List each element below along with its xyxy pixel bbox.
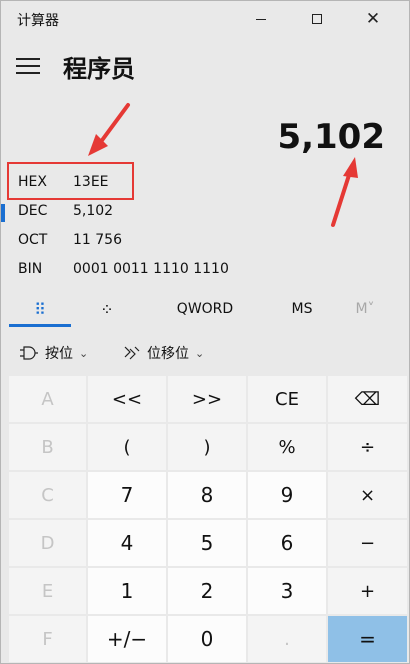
key-add[interactable]: + xyxy=(328,568,407,614)
key-clear-entry[interactable]: CE xyxy=(248,376,326,422)
bitwise-toolbar: 按位 ⌄ 位移位 ⌄ xyxy=(1,339,409,369)
radix-dec[interactable]: DEC 5,102 xyxy=(1,198,409,226)
bit-shift-icon xyxy=(124,346,140,360)
key-d[interactable]: D xyxy=(9,520,86,566)
result-display: 5,102 xyxy=(277,117,385,157)
key-backspace[interactable]: ⌫ xyxy=(328,376,407,422)
key-5[interactable]: 5 xyxy=(168,520,246,566)
annotation-highlight-box xyxy=(7,162,134,200)
key-a[interactable]: A xyxy=(9,376,86,422)
keypad-tabs: ⠿ ⁘ QWORD MS M˅ xyxy=(1,290,409,330)
chevron-down-icon: ⌄ xyxy=(79,346,89,360)
app-title: 计算器 xyxy=(17,13,59,29)
key-e[interactable]: E xyxy=(9,568,86,614)
memory-dropdown-button[interactable]: M˅ xyxy=(341,290,389,328)
key-right-shift[interactable]: >> xyxy=(168,376,246,422)
close-icon: ✕ xyxy=(365,9,381,29)
key-c[interactable]: C xyxy=(9,472,86,518)
key-multiply[interactable]: × xyxy=(328,472,407,518)
tab-full-keypad[interactable]: ⠿ xyxy=(9,290,71,328)
minimize-button[interactable] xyxy=(233,1,289,37)
memory-store-button[interactable]: MS xyxy=(281,290,323,328)
radix-oct[interactable]: OCT 11 756 xyxy=(1,227,409,255)
radix-name: BIN xyxy=(18,261,43,277)
minimize-icon xyxy=(256,18,266,20)
key-left-shift[interactable]: << xyxy=(88,376,166,422)
key-decimal[interactable]: . xyxy=(248,616,326,662)
key-8[interactable]: 8 xyxy=(168,472,246,518)
keypad-icon: ⠿ xyxy=(34,299,46,319)
radix-name: DEC xyxy=(18,203,48,219)
word-size-button[interactable]: QWORD xyxy=(161,290,249,328)
key-b[interactable]: B xyxy=(9,424,86,470)
key-2[interactable]: 2 xyxy=(168,568,246,614)
key-0[interactable]: 0 xyxy=(168,616,246,662)
chevron-down-icon: ⌄ xyxy=(195,346,205,360)
bit-shift-dropdown[interactable]: 位移位 ⌄ xyxy=(123,343,204,363)
hamburger-menu-button[interactable] xyxy=(16,58,40,74)
key-open-paren[interactable]: ( xyxy=(88,424,166,470)
bitwise-label: 按位 xyxy=(45,346,73,362)
logic-gate-icon xyxy=(20,346,38,360)
maximize-icon xyxy=(312,14,322,24)
key-7[interactable]: 7 xyxy=(88,472,166,518)
key-4[interactable]: 4 xyxy=(88,520,166,566)
key-equals[interactable]: = xyxy=(328,616,407,662)
radix-name: OCT xyxy=(18,232,48,248)
radix-value: 11 756 xyxy=(73,232,122,248)
calculator-window: 计算器 ✕ 程序员 5,102 HEX 13EE DEC 5,102 OCT 1… xyxy=(0,0,410,664)
hamburger-icon xyxy=(16,58,40,60)
radix-bin[interactable]: BIN 0001 0011 1110 1110 xyxy=(1,256,409,284)
tab-bit-toggling[interactable]: ⁘ xyxy=(75,290,139,328)
key-subtract[interactable]: − xyxy=(328,520,407,566)
active-tab-underline xyxy=(9,324,71,327)
keypad: A << >> CE ⌫ B ( ) % ÷ C 7 8 9 × D 4 5 6… xyxy=(9,376,407,662)
bit-shift-label: 位移位 xyxy=(147,346,189,362)
key-close-paren[interactable]: ) xyxy=(168,424,246,470)
bit-toggle-icon: ⁘ xyxy=(100,299,114,319)
radix-value: 5,102 xyxy=(73,203,114,219)
key-percent[interactable]: % xyxy=(248,424,326,470)
mode-title: 程序员 xyxy=(63,55,135,83)
close-button[interactable]: ✕ xyxy=(345,1,401,37)
title-bar: 计算器 ✕ xyxy=(1,1,409,37)
maximize-button[interactable] xyxy=(289,1,345,37)
bitwise-dropdown[interactable]: 按位 ⌄ xyxy=(19,343,88,363)
key-negate[interactable]: +/− xyxy=(88,616,166,662)
key-9[interactable]: 9 xyxy=(248,472,326,518)
key-1[interactable]: 1 xyxy=(88,568,166,614)
key-6[interactable]: 6 xyxy=(248,520,326,566)
key-divide[interactable]: ÷ xyxy=(328,424,407,470)
backspace-icon: ⌫ xyxy=(354,388,381,410)
key-f[interactable]: F xyxy=(9,616,86,662)
radix-value: 0001 0011 1110 1110 xyxy=(73,261,229,277)
key-3[interactable]: 3 xyxy=(248,568,326,614)
selected-radix-indicator xyxy=(1,204,5,222)
